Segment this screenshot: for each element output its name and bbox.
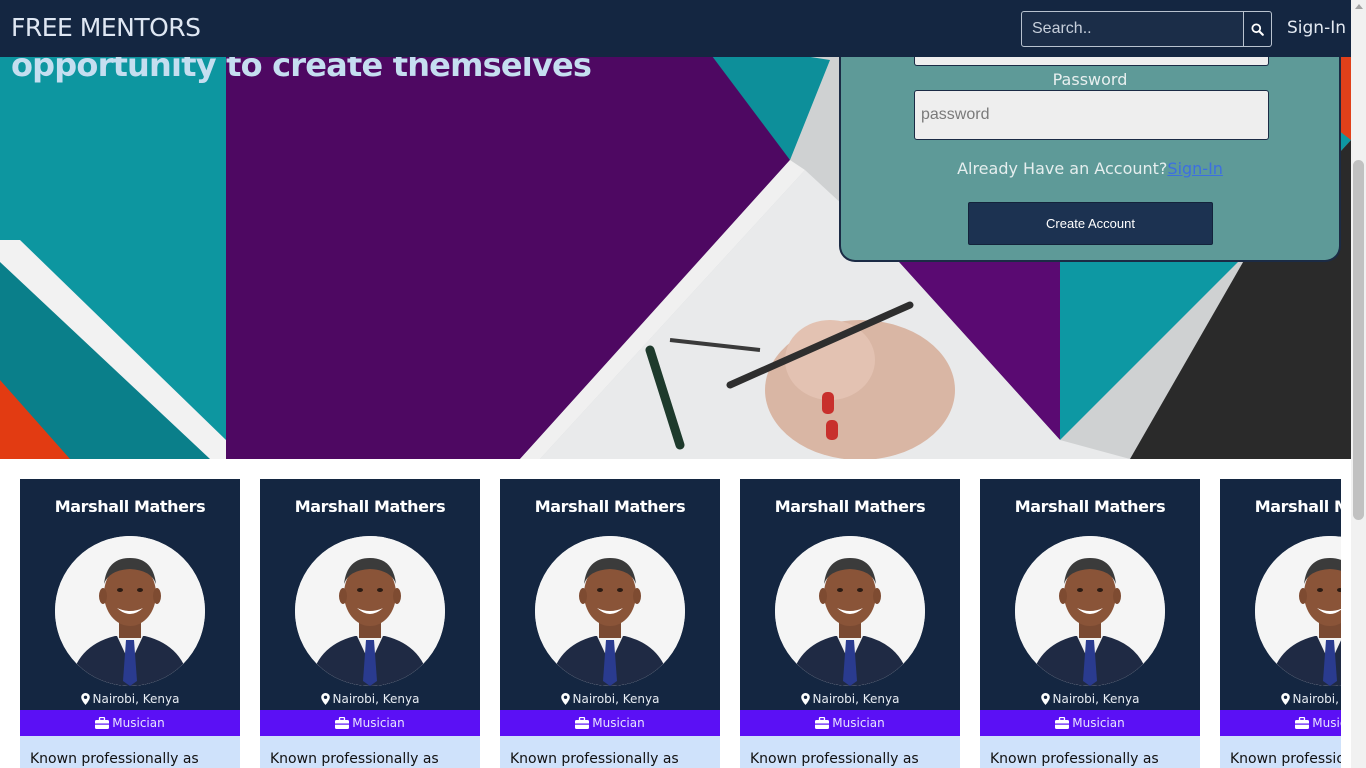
mentor-portrait <box>1255 536 1341 686</box>
mentor-location-text: Nairobi, Kenya <box>1052 692 1140 706</box>
signup-form-panel: Password Already Have an Account?Sign-In… <box>839 30 1341 262</box>
mentor-avatar <box>55 536 205 686</box>
mentor-card-header: Marshall Mathers Nairobi, Kenya <box>1220 479 1341 710</box>
mentor-profession-text: Musician <box>352 716 405 730</box>
mentor-bio: Known professionally as <box>260 736 480 768</box>
already-account-text: Already Have an Account?Sign-In <box>841 159 1339 178</box>
mentor-card[interactable]: Marshall Mathers Nairobi, Kenya Musician… <box>500 479 720 768</box>
mentor-portrait <box>55 536 205 686</box>
mentor-profession: Musician <box>1220 710 1341 736</box>
scroll-thumb[interactable] <box>1353 160 1364 520</box>
already-account-label: Already Have an Account? <box>957 159 1168 178</box>
mentor-profession: Musician <box>500 710 720 736</box>
mentor-name: Marshall Mathers <box>1014 497 1166 516</box>
mentor-name: Marshall Mathers <box>774 497 926 516</box>
mentor-card-header: Marshall Mathers Nairobi, Kenya <box>740 479 960 710</box>
mentor-card[interactable]: Marshall Mathers Nairobi, Kenya Musician… <box>1220 479 1341 768</box>
password-input[interactable] <box>914 90 1269 140</box>
mentor-card[interactable]: Marshall Mathers Nairobi, Kenya Musician… <box>260 479 480 768</box>
search-input[interactable] <box>1021 11 1244 47</box>
create-account-button[interactable]: Create Account <box>968 202 1213 245</box>
mentor-portrait <box>775 536 925 686</box>
mentor-profession: Musician <box>20 710 240 736</box>
mentor-location: Nairobi, Kenya <box>500 692 720 706</box>
mentor-profession: Musician <box>980 710 1200 736</box>
mentor-card-header: Marshall Mathers Nairobi, Kenya <box>500 479 720 710</box>
mentor-bio: Known professionally as <box>1220 736 1341 768</box>
mentor-portrait <box>1015 536 1165 686</box>
mentor-portrait <box>295 536 445 686</box>
map-marker-icon <box>320 693 330 705</box>
mentor-avatar <box>1015 536 1165 686</box>
briefcase-icon <box>815 717 830 729</box>
mentor-card[interactable]: Marshall Mathers Nairobi, Kenya Musician… <box>740 479 960 768</box>
top-navbar: FREE MENTORS Sign-In <box>0 0 1351 57</box>
mentor-name: Marshall Mathers <box>54 497 206 516</box>
mentor-card-header: Marshall Mathers Nairobi, Kenya <box>20 479 240 710</box>
search-button[interactable] <box>1243 11 1272 47</box>
map-marker-icon <box>1040 693 1050 705</box>
password-label: Password <box>1052 70 1128 89</box>
mentor-location: Nairobi, Kenya <box>20 692 240 706</box>
form-signin-link[interactable]: Sign-In <box>1167 159 1223 178</box>
mentor-location-text: Nairobi, Kenya <box>1292 692 1342 706</box>
mentor-bio: Known professionally as <box>500 736 720 768</box>
mentor-profession-text: Musician <box>1072 716 1125 730</box>
mentor-avatar <box>535 536 685 686</box>
map-marker-icon <box>1280 693 1290 705</box>
mentor-avatar <box>295 536 445 686</box>
briefcase-icon <box>95 717 110 729</box>
nav-signin-link[interactable]: Sign-In <box>1287 18 1346 38</box>
brand-logo[interactable]: FREE MENTORS <box>11 13 201 42</box>
mentor-profession-text: Musician <box>832 716 885 730</box>
mentor-location-text: Nairobi, Kenya <box>92 692 180 706</box>
mentor-location-text: Nairobi, Kenya <box>572 692 660 706</box>
mentor-name: Marshall Mathers <box>1254 497 1341 516</box>
mentor-bio: Known professionally as <box>740 736 960 768</box>
briefcase-icon <box>1295 717 1310 729</box>
mentor-profession: Musician <box>260 710 480 736</box>
mentor-location: Nairobi, Kenya <box>1220 692 1341 706</box>
mentor-portrait <box>535 536 685 686</box>
search-icon <box>1251 22 1264 36</box>
mentor-profession-text: Musician <box>592 716 645 730</box>
mentor-location: Nairobi, Kenya <box>740 692 960 706</box>
mentor-card[interactable]: Marshall Mathers Nairobi, Kenya Musician… <box>980 479 1200 768</box>
map-marker-icon <box>80 693 90 705</box>
mentor-card[interactable]: Marshall Mathers Nairobi, Kenya Musician… <box>20 479 240 768</box>
mentor-location-text: Nairobi, Kenya <box>332 692 420 706</box>
mentor-card-header: Marshall Mathers Nairobi, Kenya <box>260 479 480 710</box>
mentor-location-text: Nairobi, Kenya <box>812 692 900 706</box>
mentor-card-header: Marshall Mathers Nairobi, Kenya <box>980 479 1200 710</box>
mentor-name: Marshall Mathers <box>534 497 686 516</box>
mentor-name: Marshall Mathers <box>294 497 446 516</box>
mentor-profession-text: Musician <box>1312 716 1341 730</box>
mentor-profession-text: Musician <box>112 716 165 730</box>
briefcase-icon <box>335 717 350 729</box>
page-scrollbar[interactable] <box>1351 0 1366 768</box>
mentor-bio: Known professionally as <box>20 736 240 768</box>
map-marker-icon <box>800 693 810 705</box>
mentor-avatar <box>775 536 925 686</box>
mentor-cards-row: Marshall Mathers Nairobi, Kenya Musician… <box>0 459 1341 768</box>
briefcase-icon <box>575 717 590 729</box>
mentor-location: Nairobi, Kenya <box>980 692 1200 706</box>
mentor-location: Nairobi, Kenya <box>260 692 480 706</box>
mentor-profession: Musician <box>740 710 960 736</box>
map-marker-icon <box>560 693 570 705</box>
briefcase-icon <box>1055 717 1070 729</box>
mentor-bio: Known professionally as <box>980 736 1200 768</box>
mentor-avatar <box>1255 536 1341 686</box>
scroll-up-arrow[interactable] <box>1355 4 1363 9</box>
